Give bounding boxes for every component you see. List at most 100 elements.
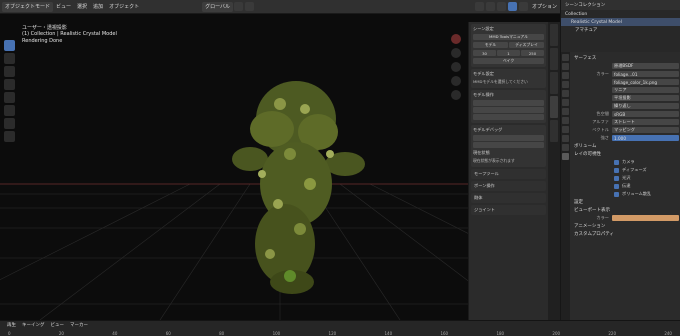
orientation-dropdown[interactable]: グローバル	[202, 1, 234, 12]
surface-field[interactable]: 原理BSDF	[612, 63, 679, 69]
menu-object[interactable]: オブジェクト	[106, 3, 142, 10]
projection-field[interactable]: 平坦投影	[612, 95, 679, 101]
options-menu[interactable]: オプション	[529, 3, 560, 10]
menu-view[interactable]: ビュー	[53, 3, 74, 10]
tab-misc[interactable]	[550, 120, 558, 142]
grid-icon[interactable]	[451, 90, 461, 100]
model-ops-header[interactable]: モデル操作	[473, 92, 544, 98]
proportional-icon[interactable]	[245, 2, 255, 11]
strength-field[interactable]: 1.000	[612, 135, 679, 141]
select-tool-icon[interactable]	[4, 40, 15, 51]
material-tab-icon[interactable]	[562, 153, 569, 160]
tab-mmd[interactable]	[550, 96, 558, 118]
tab-item[interactable]	[550, 24, 558, 46]
world-tab-icon[interactable]	[562, 90, 569, 97]
volume-section[interactable]: ボリューム	[572, 142, 679, 150]
image-file-field[interactable]: foliage_color_1k.png	[612, 79, 679, 85]
outliner-row-model[interactable]: Realistic Crystal Model	[561, 18, 680, 26]
tab-tool[interactable]	[550, 48, 558, 70]
zoom-icon[interactable]	[451, 48, 461, 58]
camera-view-icon[interactable]	[451, 76, 461, 86]
camera-checkbox[interactable]	[614, 159, 619, 165]
custom-properties-section[interactable]: カスタムプロパティ	[572, 230, 679, 238]
constraints-tab-icon[interactable]	[562, 135, 569, 142]
outliner-row-armature[interactable]: アマチュア	[561, 26, 680, 34]
timeline-playback-menu[interactable]: 再生	[4, 322, 19, 328]
color-field[interactable]: foliage...01	[612, 71, 679, 77]
model-op-button-1[interactable]	[473, 100, 544, 106]
data-tab-icon[interactable]	[562, 144, 569, 151]
snap-icon[interactable]	[234, 2, 244, 11]
joint-section[interactable]: ジョイント	[471, 205, 546, 215]
scene-settings-header[interactable]: シーン設定	[473, 26, 544, 32]
timeline-marker-menu[interactable]: マーカー	[67, 322, 91, 328]
transmission-checkbox[interactable]	[614, 183, 619, 189]
model-button[interactable]: モデル	[473, 42, 508, 48]
sidebar-panel: シーン設定 MMD Toolsマニュアル モデル ディスプレイ 30 1 250…	[468, 22, 548, 320]
menu-select[interactable]: 選択	[74, 3, 90, 10]
color-space-field[interactable]: sRGB	[612, 111, 679, 117]
settings-section[interactable]: 設定	[572, 198, 679, 206]
model-op-button-3[interactable]	[473, 114, 544, 120]
mode-dropdown[interactable]: オブジェクトモード	[2, 1, 54, 12]
material-shading-icon[interactable]	[507, 2, 517, 11]
solid-shading-icon[interactable]	[496, 2, 506, 11]
fps-field[interactable]: 30	[473, 50, 496, 56]
display-button[interactable]: ディスプレイ	[509, 42, 544, 48]
diffuse-checkbox[interactable]	[614, 167, 619, 173]
glossy-checkbox[interactable]	[614, 175, 619, 181]
annotate-tool-icon[interactable]	[4, 118, 15, 129]
tab-view[interactable]	[550, 72, 558, 94]
outliner-row-collection[interactable]: Collection	[561, 10, 680, 18]
display-color-swatch[interactable]	[612, 215, 679, 221]
volume-scatter-checkbox[interactable]	[614, 191, 619, 197]
vector-field[interactable]: マッピング	[612, 127, 679, 133]
object-tab-icon[interactable]	[562, 99, 569, 106]
scene-tab-icon[interactable]	[562, 81, 569, 88]
timeline-view-menu[interactable]: ビュー	[48, 322, 68, 328]
debug-button-2[interactable]	[473, 142, 544, 148]
overlay-icon[interactable]	[474, 2, 484, 11]
interpolation-field[interactable]: リニア	[612, 87, 679, 93]
physics-tab-icon[interactable]	[562, 126, 569, 133]
render-tab-icon[interactable]	[562, 63, 569, 70]
model-settings-header[interactable]: モデル設定	[473, 71, 544, 77]
color-row: カラー foliage...01	[572, 70, 679, 78]
timeline: 再生 キーイング ビュー マーカー 0 20 40 60 80 100 120 …	[0, 320, 680, 336]
cursor-tool-icon[interactable]	[4, 53, 15, 64]
viewport-display-section[interactable]: ビューポート表示	[572, 206, 679, 214]
modifier-tab-icon[interactable]	[562, 108, 569, 115]
timeline-keying-menu[interactable]: キーイング	[19, 322, 48, 328]
rendered-shading-icon[interactable]	[518, 2, 528, 11]
particles-tab-icon[interactable]	[562, 117, 569, 124]
scale-tool-icon[interactable]	[4, 92, 15, 103]
animation-section[interactable]: アニメーション	[572, 222, 679, 230]
menu-add[interactable]: 追加	[90, 3, 106, 10]
end-frame-field[interactable]: 250	[521, 50, 544, 56]
bake-button[interactable]: ベイク	[473, 58, 544, 64]
xray-icon[interactable]	[485, 2, 495, 11]
morph-tools-section[interactable]: モーフツール	[471, 169, 546, 179]
output-tab-icon[interactable]	[562, 72, 569, 79]
transform-tool-icon[interactable]	[4, 105, 15, 116]
strength-label: 強さ	[600, 135, 609, 140]
measure-tool-icon[interactable]	[4, 131, 15, 142]
rigidbody-section[interactable]: 剛体	[471, 193, 546, 203]
debug-button-1[interactable]	[473, 135, 544, 141]
bone-ops-section[interactable]: ボーン操作	[471, 181, 546, 191]
extension-field[interactable]: 繰り返し	[612, 103, 679, 109]
timeline-ruler[interactable]: 0 20 40 60 80 100 120 140 160 180 200 22…	[0, 329, 680, 336]
surface-section[interactable]: サーフェス	[572, 54, 679, 62]
manual-button[interactable]: MMD Toolsマニュアル	[473, 34, 544, 40]
tool-tab-icon[interactable]	[562, 54, 569, 61]
move-tool-icon[interactable]	[4, 66, 15, 77]
start-frame-field[interactable]: 1	[497, 50, 520, 56]
visibility-section[interactable]: レイの可視性	[572, 150, 679, 158]
model-op-button-2[interactable]	[473, 107, 544, 113]
outliner-header[interactable]: シーンコレクション	[561, 0, 680, 10]
rotate-tool-icon[interactable]	[4, 79, 15, 90]
axis-gizmo-icon[interactable]	[451, 34, 461, 44]
pan-hand-icon[interactable]	[451, 62, 461, 72]
model-debug-header[interactable]: モデルデバッグ	[473, 127, 544, 133]
alpha-field[interactable]: ストレート	[612, 119, 679, 125]
